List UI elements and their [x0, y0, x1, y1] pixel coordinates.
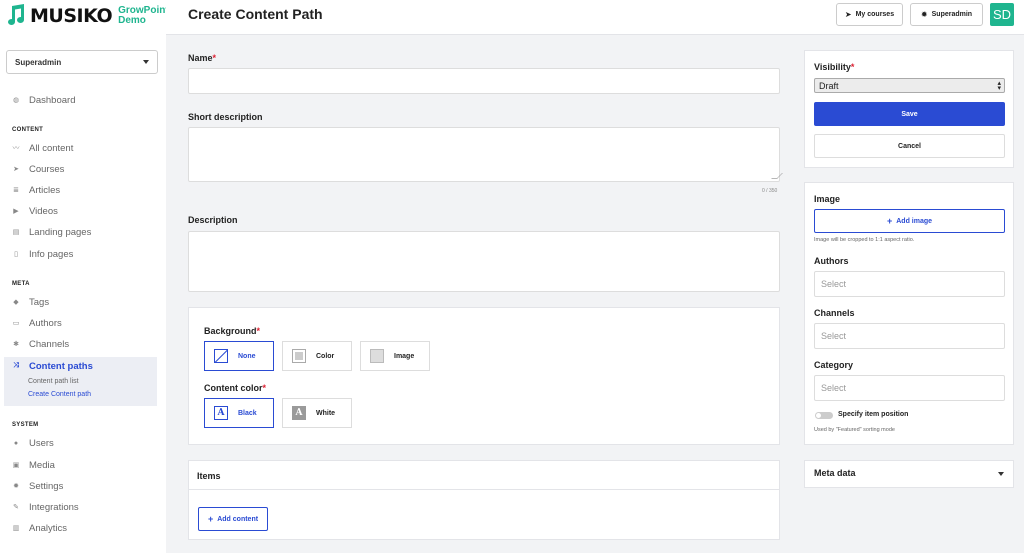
avatar[interactable]: SD	[990, 3, 1014, 26]
channels-select[interactable]: Select	[814, 323, 1005, 349]
brand-name: MUSIKO	[30, 5, 113, 27]
visibility-select[interactable]: Draft ▴ ▾	[814, 78, 1005, 93]
my-courses-button[interactable]: ➤ My courses	[836, 3, 903, 26]
sidebar-item-all-content[interactable]: 〰 All content	[12, 141, 74, 155]
short-description-textarea[interactable]	[188, 127, 783, 182]
brand-subtitle: GrowPoint Demo	[118, 5, 169, 26]
background-label: Background*	[204, 326, 261, 336]
plug-icon: ✎	[13, 504, 19, 511]
sidebar-item-content-paths[interactable]: ⤨ Content paths	[12, 359, 93, 373]
paper-plane-icon: ➤	[844, 10, 852, 19]
brand-logo[interactable]: MUSIKO GrowPoint Demo	[8, 3, 169, 28]
top-bar: Create Content Path ➤ My courses ✹ Super…	[166, 0, 1024, 35]
item-position-hint: Used by "Featured" sorting mode	[814, 427, 895, 433]
landing-page-icon: ▤	[12, 229, 20, 236]
add-image-button[interactable]: + Add image	[814, 209, 1005, 233]
gear-icon: ✹	[13, 483, 19, 490]
user-icon: ●	[13, 439, 19, 447]
paper-plane-icon: ➤	[13, 166, 19, 173]
bar-chart-icon: ▥	[12, 525, 20, 532]
image-icon: ▣	[12, 462, 20, 469]
play-icon: ▶	[13, 208, 19, 215]
description-label: Description	[188, 215, 238, 225]
nav-section-meta: META	[12, 281, 30, 287]
sidebar-item-authors[interactable]: ▭ Authors	[12, 316, 62, 330]
background-option-none[interactable]: None	[204, 341, 274, 371]
image-hint: Image will be cropped to 1:1 aspect rati…	[814, 237, 915, 243]
sidebar-item-videos[interactable]: ▶ Videos	[12, 204, 58, 218]
cancel-button[interactable]: Cancel	[814, 134, 1005, 158]
letter-a-white-icon: A	[292, 406, 306, 420]
description-editor[interactable]	[188, 231, 780, 292]
name-label: Name*	[188, 53, 217, 63]
chevron-down-icon	[143, 60, 149, 64]
plus-icon: +	[207, 514, 214, 524]
image-icon	[370, 349, 384, 363]
sidebar-item-courses[interactable]: ➤ Courses	[12, 162, 64, 176]
gear-icon: ✹	[920, 10, 928, 19]
content-color-option-black[interactable]: A Black	[204, 398, 274, 428]
sidebar-item-articles[interactable]: ≣ Articles	[12, 183, 60, 197]
id-card-icon: ▭	[12, 320, 20, 327]
sidebar-item-landing-pages[interactable]: ▤ Landing pages	[12, 225, 92, 239]
item-position-toggle[interactable]	[815, 412, 833, 419]
meta-data-label: Meta data	[814, 468, 856, 478]
shuffle-icon: ⤨	[13, 362, 19, 369]
updown-arrows-icon: ▴ ▾	[997, 79, 1001, 92]
content-color-label: Content color*	[204, 383, 267, 393]
appearance-panel	[188, 307, 780, 445]
background-option-image[interactable]: Image	[360, 341, 430, 371]
role-selector-value: Superadmin	[15, 57, 62, 67]
no-background-icon	[214, 349, 228, 363]
plus-icon: +	[886, 216, 893, 226]
file-icon: ▯	[14, 251, 18, 258]
category-label: Category	[814, 360, 854, 370]
image-label: Image	[814, 194, 841, 204]
sidebar-item-media[interactable]: ▣ Media	[12, 458, 55, 472]
visibility-label: Visibility*	[814, 62, 855, 72]
sidebar-item-channels[interactable]: ✱ Channels	[12, 337, 69, 351]
sidebar-item-users[interactable]: ● Users	[12, 436, 54, 450]
tag-icon: ◆	[13, 299, 19, 306]
authors-select[interactable]: Select	[814, 271, 1005, 297]
content-color-option-white[interactable]: A White	[282, 398, 352, 428]
category-select[interactable]: Select	[814, 375, 1005, 401]
items-heading: Items	[197, 471, 221, 481]
save-button[interactable]: Save	[814, 102, 1005, 126]
subnav-create-content-path[interactable]: Create Content path	[28, 391, 91, 398]
article-icon: ≣	[13, 187, 19, 194]
page-title: Create Content Path	[188, 6, 323, 22]
letter-a-black-icon: A	[214, 406, 228, 420]
char-counter: 0 / 350	[762, 188, 778, 194]
chevron-down-icon[interactable]	[998, 472, 1004, 476]
resize-handle-icon[interactable]	[771, 173, 783, 179]
rss-icon: 〰	[12, 145, 20, 152]
items-panel	[188, 460, 780, 540]
add-content-button[interactable]: + Add content	[198, 507, 268, 531]
sidebar: MUSIKO GrowPoint Demo Superadmin ◍ Dashb…	[0, 0, 169, 553]
channels-icon: ✱	[13, 341, 19, 348]
sidebar-item-dashboard[interactable]: ◍ Dashboard	[12, 93, 76, 107]
sidebar-item-tags[interactable]: ◆ Tags	[12, 295, 49, 309]
nav-section-system: SYSTEM	[12, 422, 39, 428]
role-selector[interactable]: Superadmin	[6, 50, 158, 74]
authors-label: Authors	[814, 256, 849, 266]
user-menu-button[interactable]: ✹ Superadmin	[910, 3, 983, 26]
sidebar-item-integrations[interactable]: ✎ Integrations	[12, 500, 79, 514]
music-note-icon	[8, 3, 26, 27]
dashboard-icon: ◍	[12, 97, 20, 104]
sidebar-item-settings[interactable]: ✹ Settings	[12, 479, 63, 493]
background-option-color[interactable]: Color	[282, 341, 352, 371]
nav-section-content: CONTENT	[12, 127, 44, 133]
item-position-label: Specify item position	[838, 411, 909, 418]
subnav-content-path-list[interactable]: Content path list	[28, 378, 79, 385]
channels-label: Channels	[814, 308, 855, 318]
name-input[interactable]	[188, 68, 780, 94]
short-description-label: Short description	[188, 112, 263, 122]
items-divider	[188, 489, 780, 490]
color-swatch-icon	[292, 349, 306, 363]
sidebar-item-analytics[interactable]: ▥ Analytics	[12, 521, 67, 535]
sidebar-item-info-pages[interactable]: ▯ Info pages	[12, 247, 73, 261]
